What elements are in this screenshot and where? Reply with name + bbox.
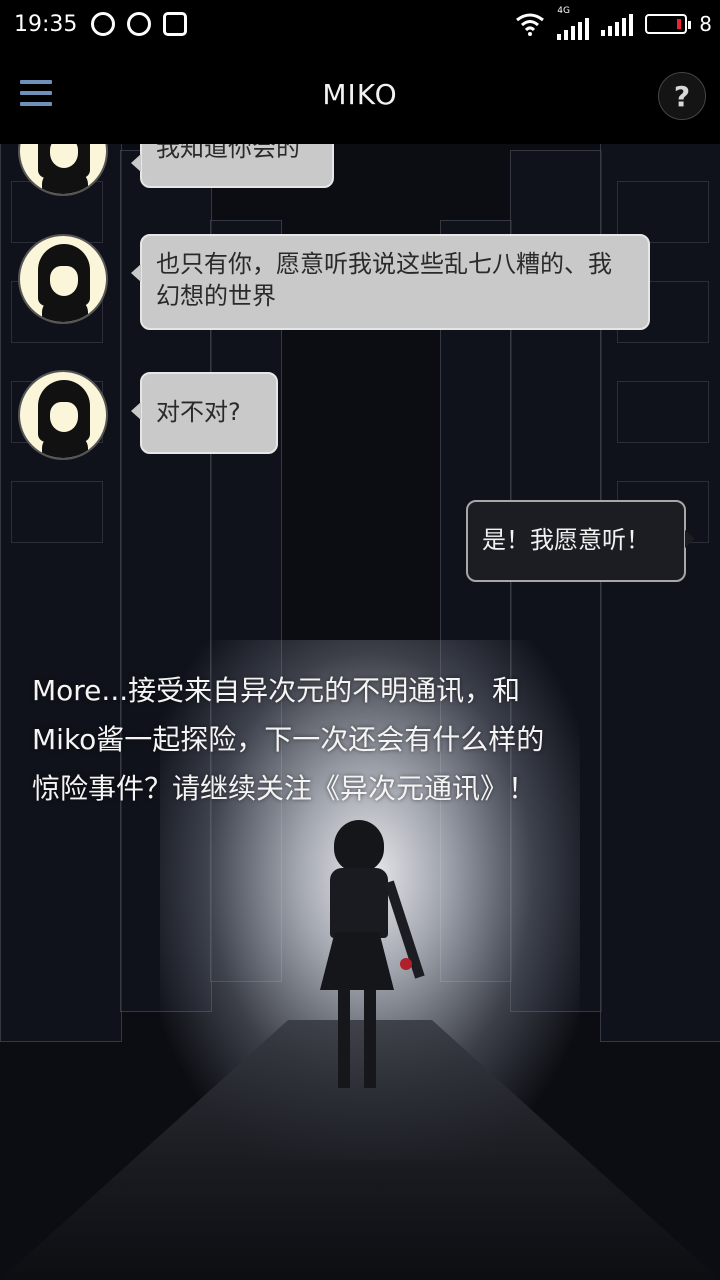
signal-bars-icon-2 bbox=[601, 12, 634, 36]
message-text: 对不对? bbox=[156, 398, 241, 426]
status-time: 19:35 bbox=[14, 11, 78, 37]
message-text: 也只有你，愿意听我说这些乱七八糟的、我幻想的世界 bbox=[156, 250, 612, 310]
status-bar: 19:35 4G 8 bbox=[0, 0, 720, 48]
signal-4g: 4G bbox=[557, 6, 590, 40]
app-bar: MIKO ? bbox=[0, 48, 720, 144]
page-title: MIKO bbox=[322, 78, 398, 111]
miko-avatar[interactable] bbox=[18, 144, 108, 196]
netease-music-icon bbox=[91, 12, 116, 36]
chat-area[interactable]: 我知道你会的 也只有你，愿意听我说这些乱七八糟的、我幻想的世界 对不对? 是！我… bbox=[0, 144, 720, 1280]
status-right: 4G 8 bbox=[515, 6, 712, 40]
battery-icon bbox=[645, 14, 692, 34]
qq-icon bbox=[163, 12, 188, 36]
message-bubble-outgoing: 是！我愿意听！ bbox=[466, 500, 695, 582]
help-button[interactable]: ? bbox=[658, 72, 706, 120]
message-bubble-incoming: 对不对? bbox=[131, 372, 278, 454]
miko-avatar[interactable] bbox=[18, 234, 108, 324]
more-story-text: More...接受来自异次元的不明通讯，和Miko酱一起探险，下一次还会有什么样… bbox=[32, 674, 545, 805]
notification-icons bbox=[91, 12, 188, 36]
message-bubble-incoming: 也只有你，愿意听我说这些乱七八糟的、我幻想的世界 bbox=[131, 234, 650, 330]
app-notification-icon bbox=[127, 12, 152, 36]
message-bubble-incoming: 我知道你会的 bbox=[131, 144, 334, 188]
message-text: 是！我愿意听！ bbox=[482, 526, 650, 554]
message-text: 我知道你会的 bbox=[156, 144, 300, 162]
wifi-icon bbox=[516, 13, 545, 36]
miko-avatar[interactable] bbox=[18, 370, 108, 460]
network-type-label: 4G bbox=[557, 6, 570, 16]
battery-level: 8 bbox=[699, 12, 712, 36]
